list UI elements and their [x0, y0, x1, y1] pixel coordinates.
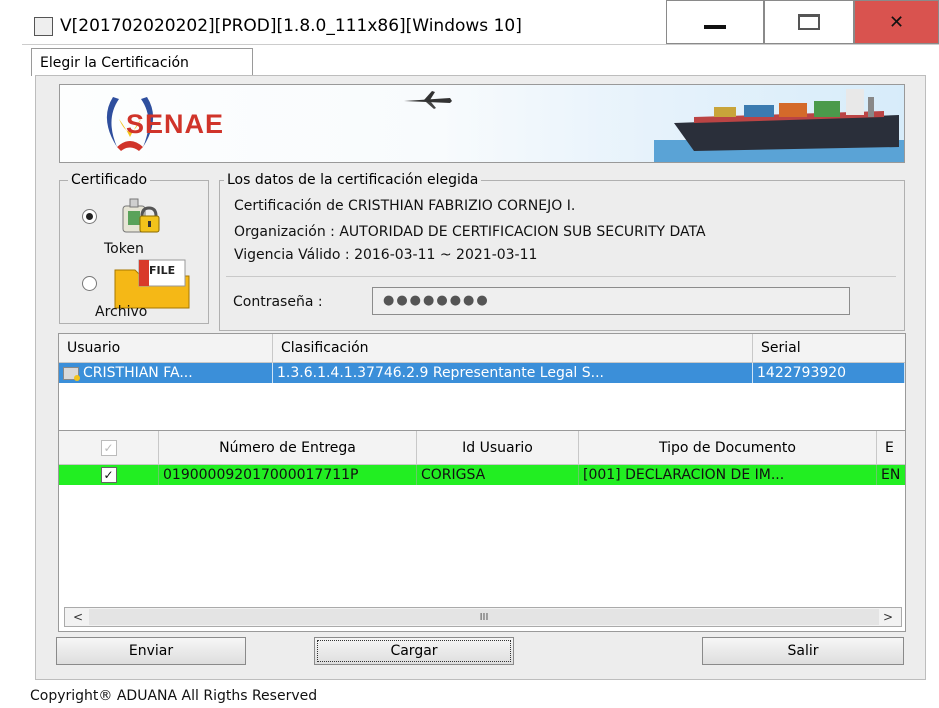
col-tipo-documento[interactable]: Tipo de Documento	[579, 431, 877, 464]
salir-button[interactable]: Salir	[702, 637, 904, 665]
col-id-usuario[interactable]: Id Usuario	[417, 431, 579, 464]
select-all-checkbox[interactable]: ✓	[100, 439, 117, 456]
certificacion-text: Certificación de CRISTHIAN FABRIZIO CORN…	[234, 198, 576, 214]
token-radio[interactable]	[82, 209, 97, 224]
certificate-icon	[63, 366, 80, 381]
close-icon: ✕	[888, 11, 905, 33]
copyright-text: Copyright® ADUANA All Rigths Reserved	[30, 688, 318, 704]
scroll-right-button[interactable]: >	[877, 608, 899, 626]
java-app-icon	[34, 17, 53, 36]
row-checkbox[interactable]: ✓	[100, 467, 117, 483]
senae-brand: SENAE	[126, 109, 225, 139]
certificado-legend: Certificado	[71, 172, 148, 188]
senae-banner: SENAE	[59, 84, 905, 163]
minimize-icon	[704, 25, 726, 29]
scroll-left-button[interactable]: <	[67, 608, 89, 626]
organizacion-text: Organización : AUTORIDAD DE CERTIFICACIO…	[234, 224, 706, 240]
cell-serial: 1422793920	[753, 363, 905, 383]
separator-line	[226, 276, 896, 277]
delivery-table: ✓ Número de Entrega Id Usuario Tipo de D…	[58, 430, 906, 632]
col-select-all[interactable]: ✓	[59, 431, 159, 464]
table-row[interactable]: ✓ 019000092017000017711P CORIGSA [001] D…	[59, 465, 905, 485]
col-clasificacion[interactable]: Clasificación	[273, 334, 753, 362]
token-label: Token	[104, 241, 144, 257]
archivo-label: Archivo	[95, 304, 148, 320]
table-row[interactable]: CRISTHIAN FA... 1.3.6.1.4.1.37746.2.9 Re…	[59, 363, 905, 383]
window-title: V[201702020202][PROD][1.8.0_111x86][Wind…	[60, 16, 522, 36]
tab-label: Elegir la Certificación	[40, 54, 189, 71]
cell-usuario-text: CRISTHIAN FA...	[83, 365, 193, 381]
datos-legend: Los datos de la certificación elegida	[227, 172, 479, 188]
vigencia-text: Vigencia Válido : 2016-03-11 ~ 2021-03-1…	[234, 247, 538, 263]
maximize-icon	[798, 14, 820, 30]
cell-clasificacion: 1.3.6.1.4.1.37746.2.9 Representante Lega…	[273, 363, 753, 383]
col-serial[interactable]: Serial	[753, 334, 905, 362]
cell-numero: 019000092017000017711P	[159, 465, 417, 485]
cell-checkbox: ✓	[59, 465, 159, 485]
certificate-table-header: Usuario Clasificación Serial	[59, 334, 905, 363]
password-field[interactable]: ●●●●●●●●	[372, 287, 850, 315]
radio-selected-dot	[86, 213, 93, 220]
tab-elegir-certificacion[interactable]: Elegir la Certificación	[31, 48, 253, 76]
cargar-button[interactable]: Cargar	[314, 637, 514, 665]
delivery-table-header: ✓ Número de Entrega Id Usuario Tipo de D…	[59, 431, 905, 465]
certificate-table: Usuario Clasificación Serial CRISTHIAN F…	[58, 333, 906, 431]
col-e[interactable]: E	[877, 431, 905, 464]
col-numero-entrega[interactable]: Número de Entrega	[159, 431, 417, 464]
password-label: Contraseña :	[233, 294, 323, 310]
scroll-thumb[interactable]: III	[89, 609, 879, 625]
token-icon	[122, 198, 160, 233]
horizontal-scrollbar[interactable]: < III >	[64, 607, 902, 627]
minimize-button[interactable]	[666, 0, 764, 44]
cell-usuario: CORIGSA	[417, 465, 579, 485]
cell-e: EN	[881, 467, 901, 483]
maximize-button[interactable]	[764, 0, 854, 44]
archivo-radio[interactable]	[82, 276, 97, 291]
file-badge: FILE	[149, 264, 176, 277]
cargo-ship-icon	[654, 89, 904, 162]
airplane-icon	[404, 91, 452, 109]
cell-tipo: [001] DECLARACION DE IM...	[579, 465, 877, 485]
cell-usuario: CRISTHIAN FA...	[59, 363, 273, 383]
enviar-button[interactable]: Enviar	[56, 637, 246, 665]
scroll-grip-icon: III	[479, 611, 489, 623]
col-usuario[interactable]: Usuario	[59, 334, 273, 362]
close-button[interactable]: ✕	[854, 0, 939, 44]
